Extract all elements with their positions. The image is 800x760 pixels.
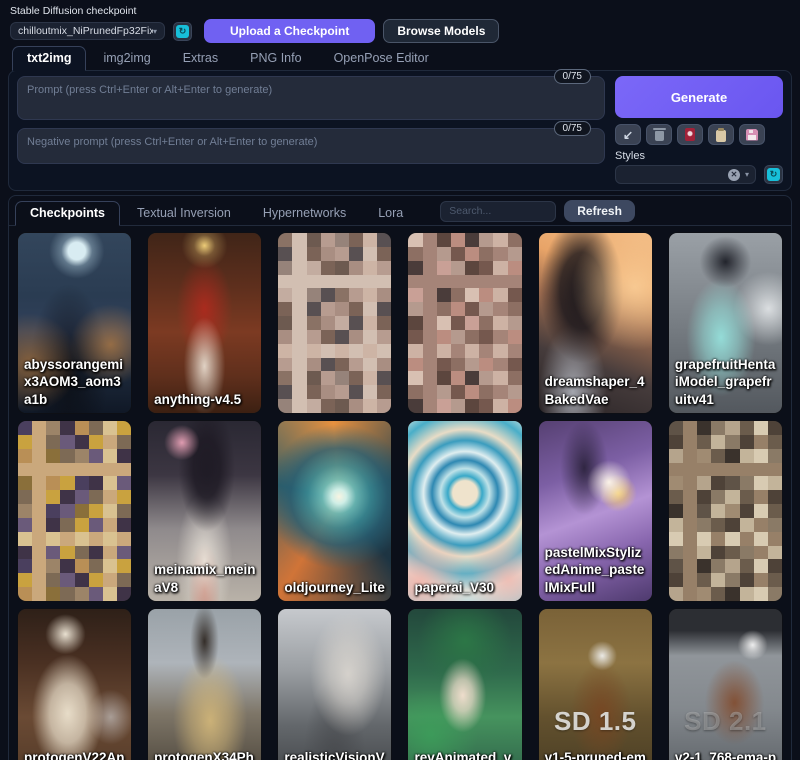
model-preview bbox=[278, 233, 391, 413]
checkpoint-select[interactable]: chilloutmix_NiPrunedFp32Fix.safeter ▾ bbox=[10, 22, 165, 40]
save-style-icon bbox=[746, 129, 758, 141]
model-card[interactable]: dreamshaper_4BakedVae bbox=[538, 232, 653, 414]
clipboard-button[interactable] bbox=[708, 124, 734, 145]
styles-select[interactable]: ✕ ▾ bbox=[615, 165, 756, 184]
model-card-name: grapefruitHentaiModel_grapefruitv41 bbox=[675, 356, 778, 409]
model-card[interactable] bbox=[407, 232, 522, 414]
prompt-tool-buttons: ↙ bbox=[615, 124, 783, 145]
checkpoint-value: chilloutmix_NiPrunedFp32Fix.safeter bbox=[18, 25, 153, 37]
model-card-name: revAnimated_v11 bbox=[414, 749, 517, 760]
network-tab-lora[interactable]: Lora bbox=[363, 201, 418, 226]
model-card-name: meinamix_meinaV8 bbox=[154, 561, 257, 597]
model-card[interactable]: paperai_V30 bbox=[407, 420, 522, 602]
tab-img2img[interactable]: img2img bbox=[88, 46, 165, 71]
model-card[interactable]: oldjourney_Lite bbox=[277, 420, 392, 602]
model-preview bbox=[278, 421, 391, 601]
search-input[interactable] bbox=[440, 201, 556, 222]
model-card-name: protogenX34Photorealism_1 bbox=[154, 749, 257, 760]
extra-networks-tabs: CheckpointsTextual InversionHypernetwork… bbox=[15, 201, 418, 225]
model-preview bbox=[408, 233, 521, 413]
generate-button[interactable]: Generate bbox=[615, 76, 783, 118]
extra-networks-card-button[interactable] bbox=[677, 124, 703, 145]
clear-icon[interactable]: ✕ bbox=[728, 169, 740, 181]
model-card[interactable]: abyssorangemix3AOM3_aom3a1b bbox=[17, 232, 132, 414]
refresh-button[interactable]: Refresh bbox=[564, 200, 635, 222]
model-preview bbox=[408, 609, 521, 760]
model-card-name: oldjourney_Lite bbox=[284, 579, 387, 597]
model-card-name: pastelMixStylizedAnime_pastelMixFull bbox=[545, 544, 648, 597]
tab-png-info[interactable]: PNG Info bbox=[235, 46, 316, 71]
extra-networks-card-icon bbox=[685, 128, 695, 141]
tab-txt2img[interactable]: txt2img bbox=[12, 46, 86, 71]
prompt-token-counter: 0/75 bbox=[554, 69, 591, 84]
model-card[interactable]: anything-v4.5 bbox=[147, 232, 262, 414]
model-card[interactable]: meinamix_meinaV8 bbox=[147, 420, 262, 602]
save-style-button[interactable] bbox=[739, 124, 765, 145]
model-preview bbox=[148, 233, 261, 413]
main-tabs: txt2imgimg2imgExtrasPNG InfoOpenPose Edi… bbox=[0, 46, 800, 70]
model-card[interactable]: protogenV22Anime_22 bbox=[17, 608, 132, 760]
model-preview bbox=[669, 609, 782, 760]
refresh-styles-button[interactable]: ↻ bbox=[764, 165, 783, 184]
trash-button[interactable] bbox=[646, 124, 672, 145]
model-preview bbox=[18, 609, 131, 760]
network-tab-textual-inversion[interactable]: Textual Inversion bbox=[122, 201, 246, 226]
tab-openpose-editor[interactable]: OpenPose Editor bbox=[319, 46, 444, 71]
model-card[interactable]: revAnimated_v11 bbox=[407, 608, 522, 760]
model-card-name: v2-1_768-ema-pruned bbox=[675, 749, 778, 760]
model-card[interactable]: SD 1.5 v1-5-pruned-emaonly bbox=[538, 608, 653, 760]
model-card-name: dreamshaper_4BakedVae bbox=[545, 373, 648, 409]
model-card-name: v1-5-pruned-emaonly bbox=[545, 749, 648, 760]
model-card[interactable]: grapefruitHentaiModel_grapefruitv41 bbox=[668, 232, 783, 414]
model-card[interactable]: protogenX34Photorealism_1 bbox=[147, 608, 262, 760]
paste-arrow-icon: ↙ bbox=[623, 129, 633, 141]
txt2img-panel: 0/75 0/75 Generate ↙ Styles ✕ ▾ ↻ bbox=[8, 70, 792, 191]
model-preview bbox=[148, 609, 261, 760]
model-card[interactable] bbox=[17, 420, 132, 602]
refresh-icon: ↻ bbox=[176, 25, 189, 38]
model-card-name: paperai_V30 bbox=[414, 579, 517, 597]
model-preview bbox=[18, 421, 131, 601]
negative-token-counter: 0/75 bbox=[554, 121, 591, 136]
extra-networks-panel: CheckpointsTextual InversionHypernetwork… bbox=[8, 195, 792, 760]
checkpoint-label: Stable Diffusion checkpoint bbox=[10, 5, 790, 17]
chevron-down-icon: ▾ bbox=[745, 170, 749, 179]
refresh-icon: ↻ bbox=[767, 168, 780, 181]
model-preview bbox=[408, 421, 521, 601]
tab-extras[interactable]: Extras bbox=[168, 46, 233, 71]
upload-checkpoint-button[interactable]: Upload a Checkpoint bbox=[204, 19, 375, 43]
negative-prompt-input[interactable] bbox=[17, 128, 605, 164]
chevron-down-icon: ▾ bbox=[153, 27, 157, 36]
model-preview bbox=[539, 609, 652, 760]
styles-label: Styles bbox=[615, 150, 783, 162]
model-card[interactable] bbox=[668, 420, 783, 602]
model-preview bbox=[278, 609, 391, 760]
model-card[interactable]: SD 2.1 v2-1_768-ema-pruned bbox=[668, 608, 783, 760]
model-card-grid: abyssorangemix3AOM3_aom3a1b anything-v4.5… bbox=[9, 226, 791, 760]
model-card[interactable]: pastelMixStylizedAnime_pastelMixFull bbox=[538, 420, 653, 602]
refresh-checkpoint-button[interactable]: ↻ bbox=[173, 22, 192, 41]
model-card[interactable]: realisticVisionV13_v13 bbox=[277, 608, 392, 760]
network-tab-checkpoints[interactable]: Checkpoints bbox=[15, 201, 120, 226]
model-card-name: anything-v4.5 bbox=[154, 391, 257, 409]
checkpoint-header: Stable Diffusion checkpoint chilloutmix_… bbox=[0, 0, 800, 42]
paste-arrow-button[interactable]: ↙ bbox=[615, 124, 641, 145]
trash-icon bbox=[655, 131, 664, 141]
model-card[interactable] bbox=[277, 232, 392, 414]
model-card-name: protogenV22Anime_22 bbox=[24, 749, 127, 760]
model-card-name: abyssorangemix3AOM3_aom3a1b bbox=[24, 356, 127, 409]
model-card-name: realisticVisionV13_v13 bbox=[284, 749, 387, 760]
network-tab-hypernetworks[interactable]: Hypernetworks bbox=[248, 201, 361, 226]
model-preview bbox=[669, 421, 782, 601]
preview-watermark: SD 2.1 bbox=[669, 706, 782, 737]
browse-models-button[interactable]: Browse Models bbox=[383, 19, 499, 43]
prompt-input[interactable] bbox=[17, 76, 605, 120]
clipboard-icon bbox=[716, 130, 726, 142]
preview-watermark: SD 1.5 bbox=[539, 706, 652, 737]
